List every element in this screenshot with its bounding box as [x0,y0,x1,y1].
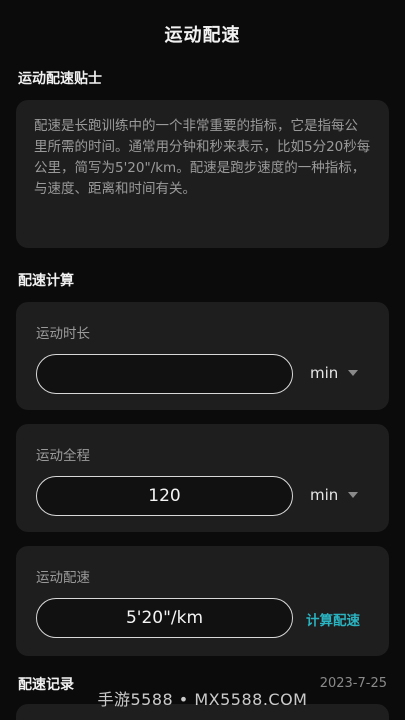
duration-input[interactable] [36,354,293,394]
caret-down-icon [348,370,359,376]
page-title: 运动配速 [164,25,241,46]
distance-unit-label: min [310,486,339,504]
duration-unit-select[interactable]: min [310,364,359,382]
pace-label: 运动配速 [36,570,90,586]
watermark: 手游5588 • MX5588.COM [97,690,308,709]
tips-text: 配速是长跑训练中的一个非常重要的指标，它是指每公里所需的时间。通常用分钟和秒来表… [34,118,371,197]
distance-label: 运动全程 [36,448,90,464]
calculate-pace-button[interactable]: 计算配速 [306,609,360,629]
pace-card: 运动配速 5'20"/km 计算配速 [16,546,389,656]
distance-unit-select[interactable]: min [310,486,359,504]
tips-section-title: 运动配速贴士 [18,71,102,87]
duration-unit-label: min [310,364,339,382]
duration-card: 运动时长 min [16,302,389,410]
calc-section-title: 配速计算 [18,273,74,289]
duration-label: 运动时长 [36,326,90,342]
pace-output: 5'20"/km [36,598,293,638]
top-bar: 运动配速 [0,0,405,68]
distance-input[interactable]: 120 [36,476,293,516]
caret-down-icon [348,492,359,498]
tips-card: 配速是长跑训练中的一个非常重要的指标，它是指每公里所需的时间。通常用分钟和秒来表… [16,100,389,248]
distance-card: 运动全程 120 min [16,424,389,532]
